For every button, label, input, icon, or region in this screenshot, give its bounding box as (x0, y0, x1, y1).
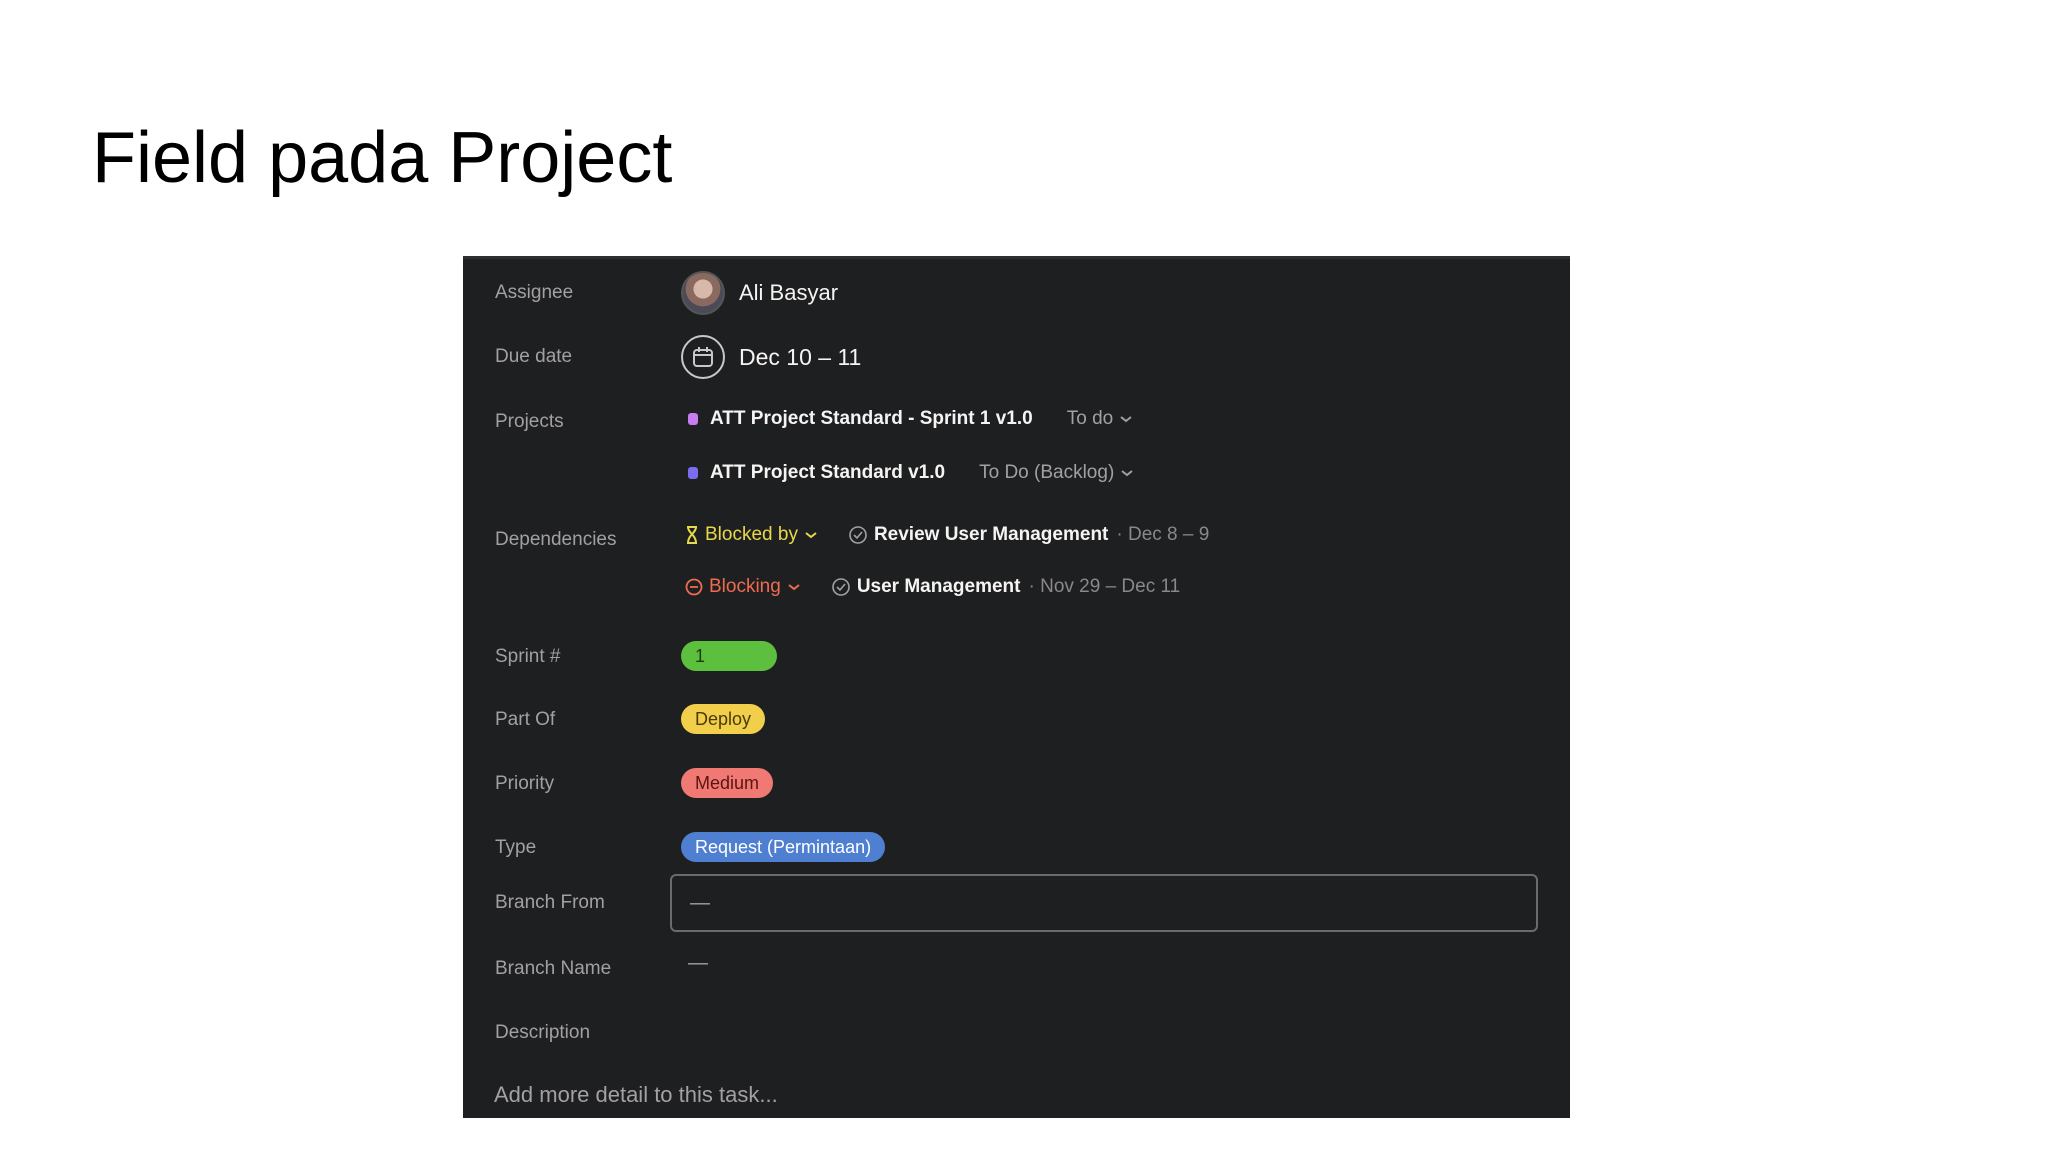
dependency-type: Blocking (709, 576, 781, 597)
type-field[interactable]: Request (Permintaan) (681, 832, 886, 862)
dependency-task-link[interactable]: User Management · Nov 29 – Dec 11 (831, 576, 1180, 598)
hourglass-icon (687, 526, 697, 544)
part-of-value-pill: Deploy (681, 704, 766, 734)
description-input[interactable]: Add more detail to this task... (494, 1082, 778, 1108)
avatar (681, 271, 725, 315)
project-name: ATT Project Standard - Sprint 1 v1.0 (710, 408, 1033, 429)
task-fields-panel: Assignee Ali Basyar Due date Dec 10 – 11… (463, 256, 1570, 1118)
dependency-type: Blocked by (705, 524, 798, 545)
project-item[interactable]: ATT Project Standard - Sprint 1 v1.0 To … (688, 397, 1133, 441)
branch-from-value: — (690, 891, 710, 914)
blocking-icon (685, 578, 703, 596)
description-label: Description (495, 1022, 591, 1043)
dependency-item: Blocked by Review User Management · Dec … (685, 513, 1209, 557)
dependency-task-date: · Nov 29 – Dec 11 (1028, 576, 1181, 597)
due-date-label: Due date (495, 346, 573, 367)
project-status-dropdown[interactable]: To Do (Backlog) (979, 462, 1134, 484)
type-label: Type (495, 837, 537, 858)
sprint-value-pill: 1 (681, 641, 777, 671)
project-status: To Do (Backlog) (979, 462, 1115, 483)
dependencies-label: Dependencies (495, 529, 617, 550)
dependency-type-dropdown[interactable]: Blocked by (685, 524, 818, 546)
assignee-field[interactable]: Ali Basyar (681, 269, 838, 317)
dependencies-row: Dependencies Blocked by Review User Mana… (463, 513, 1570, 623)
check-circle-icon (832, 578, 850, 596)
branch-from-input[interactable]: — (670, 874, 1538, 932)
dependency-task-name: Review User Management (873, 524, 1109, 545)
calendar-icon (681, 335, 725, 379)
chevron-down-icon (1121, 470, 1133, 477)
part-of-label: Part Of (495, 709, 556, 730)
chevron-down-icon (1120, 416, 1132, 423)
dependency-task-date: · Dec 8 – 9 (1116, 524, 1210, 545)
projects-row: Projects ATT Project Standard - Sprint 1… (463, 397, 1570, 507)
dependency-item: Blocking User Management · Nov 29 – Dec … (685, 565, 1180, 609)
part-of-field[interactable]: Deploy (681, 704, 766, 734)
branch-name-value[interactable]: — (688, 952, 708, 975)
due-date-row: Due date Dec 10 – 11 (463, 333, 1570, 381)
priority-field[interactable]: Medium (681, 768, 774, 798)
slide-title: Field pada Project (92, 118, 673, 198)
part-of-row: Part Of Deploy (463, 697, 1570, 741)
project-item[interactable]: ATT Project Standard v1.0 To Do (Backlog… (688, 451, 1134, 495)
projects-label: Projects (495, 411, 564, 432)
dependency-type-dropdown[interactable]: Blocking (685, 576, 801, 598)
branch-from-label: Branch From (495, 892, 605, 913)
project-color-dot (688, 413, 698, 425)
project-status-dropdown[interactable]: To do (1067, 408, 1133, 430)
sprint-field[interactable]: 1 (681, 641, 777, 671)
assignee-name: Ali Basyar (739, 280, 839, 305)
sprint-label: Sprint # (495, 646, 561, 667)
type-row: Type Request (Permintaan) (463, 825, 1570, 869)
project-status: To do (1066, 408, 1114, 429)
project-name: ATT Project Standard v1.0 (710, 462, 946, 483)
sprint-row: Sprint # 1 (463, 634, 1570, 678)
project-color-dot (688, 467, 698, 479)
assignee-row: Assignee Ali Basyar (463, 269, 1570, 317)
chevron-down-icon (788, 584, 800, 591)
type-value-pill: Request (Permintaan) (681, 832, 886, 862)
branch-name-label: Branch Name (495, 958, 612, 979)
due-date-value: Dec 10 – 11 (739, 343, 862, 370)
priority-value-pill: Medium (681, 768, 774, 798)
assignee-label: Assignee (495, 282, 574, 303)
priority-row: Priority Medium (463, 761, 1570, 805)
dependency-task-name: User Management (856, 576, 1021, 597)
dependency-task-link[interactable]: Review User Management · Dec 8 – 9 (848, 524, 1209, 546)
due-date-field[interactable]: Dec 10 – 11 (681, 333, 861, 381)
check-circle-icon (849, 526, 867, 544)
chevron-down-icon (805, 532, 817, 539)
priority-label: Priority (495, 773, 555, 794)
